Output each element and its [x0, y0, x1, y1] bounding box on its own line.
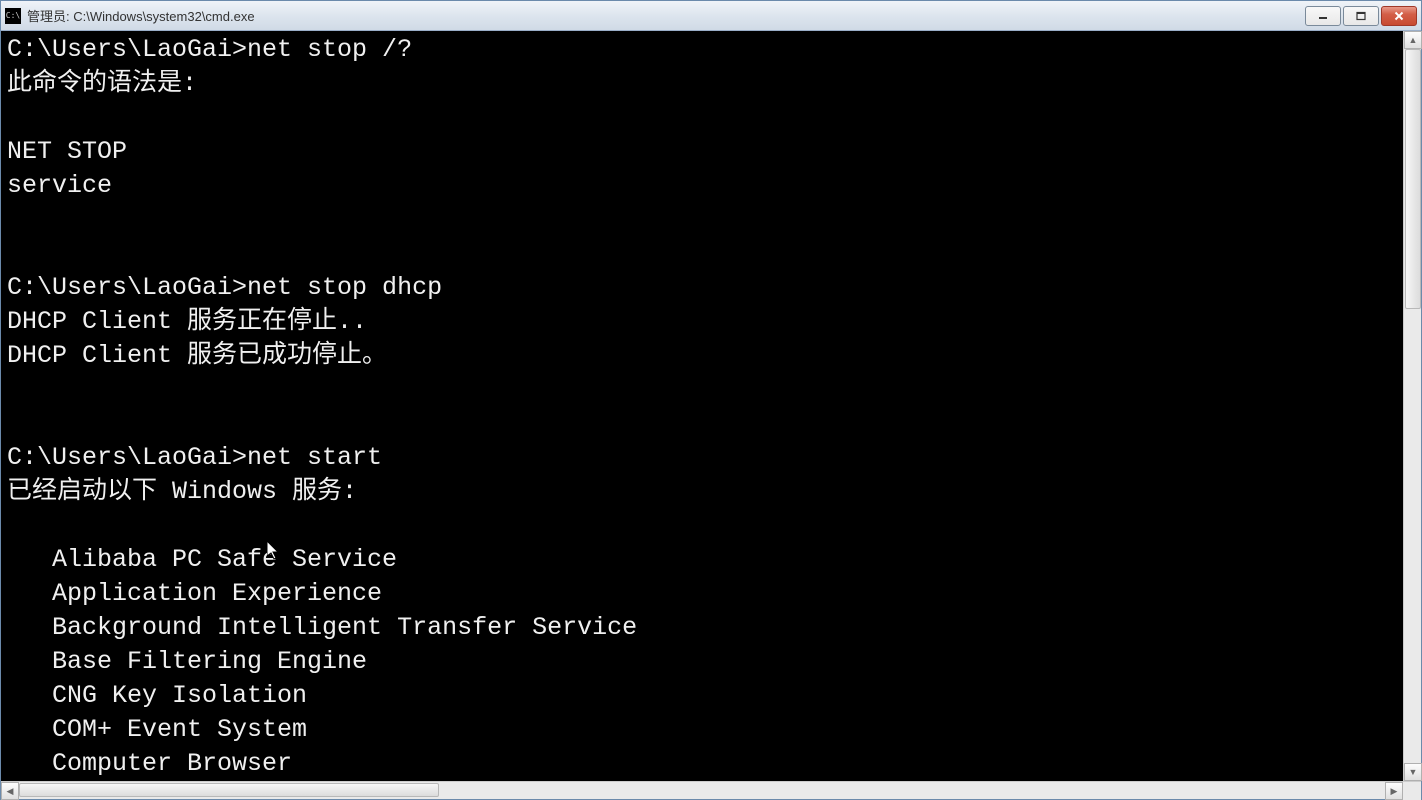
cmd-window: C:\ 管理员: C:\Windows\system32\cmd.exe C:\…	[0, 0, 1422, 800]
vertical-scrollbar[interactable]: ▲ ▼	[1403, 31, 1421, 781]
horizontal-scroll-track[interactable]	[19, 782, 1385, 799]
close-button[interactable]	[1381, 6, 1417, 26]
window-title: 管理员: C:\Windows\system32\cmd.exe	[27, 6, 1305, 25]
maximize-button[interactable]	[1343, 6, 1379, 26]
scroll-left-arrow-icon[interactable]: ◀	[1, 782, 19, 800]
vertical-scroll-thumb[interactable]	[1405, 49, 1421, 309]
cmd-icon: C:\	[5, 8, 21, 24]
window-controls	[1305, 6, 1417, 26]
titlebar[interactable]: C:\ 管理员: C:\Windows\system32\cmd.exe	[1, 1, 1421, 31]
terminal-area: C:\Users\LaoGai>net stop /? 此命令的语法是: NET…	[1, 31, 1421, 781]
scroll-up-arrow-icon[interactable]: ▲	[1404, 31, 1422, 49]
scroll-down-arrow-icon[interactable]: ▼	[1404, 763, 1422, 781]
minimize-button[interactable]	[1305, 6, 1341, 26]
terminal-output[interactable]: C:\Users\LaoGai>net stop /? 此命令的语法是: NET…	[1, 31, 1403, 781]
resize-grip[interactable]	[1403, 782, 1421, 800]
scroll-right-arrow-icon[interactable]: ▶	[1385, 782, 1403, 800]
horizontal-scroll-thumb[interactable]	[19, 783, 439, 797]
horizontal-scrollbar[interactable]: ◀ ▶	[1, 781, 1421, 799]
